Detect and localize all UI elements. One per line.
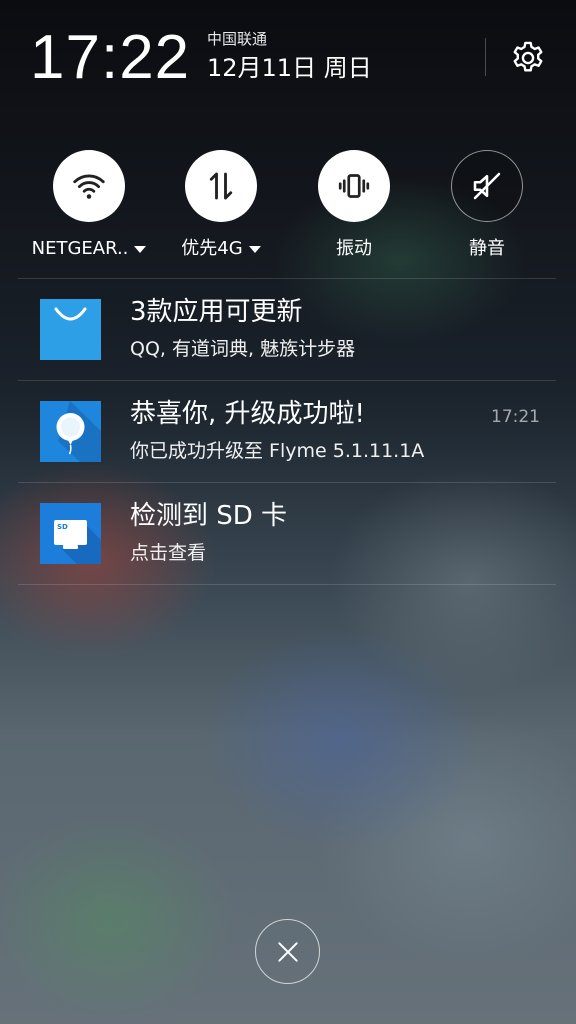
wifi-icon bbox=[73, 174, 105, 199]
notification-system-update[interactable]: 恭喜你, 升级成功啦! 你已成功升级至 Flyme 5.1.11.1A 17:2… bbox=[18, 381, 556, 482]
notification-time: 17:21 bbox=[491, 407, 540, 427]
settings-button[interactable] bbox=[506, 36, 550, 80]
clear-all-notifications-button[interactable] bbox=[255, 919, 320, 984]
header-divider bbox=[485, 38, 486, 76]
toggle-mute[interactable]: 静音 bbox=[432, 150, 542, 260]
notification-title: 检测到 SD 卡 bbox=[130, 501, 288, 531]
toggle-mobile-data[interactable]: 优先4G bbox=[166, 150, 276, 260]
close-icon bbox=[277, 941, 298, 962]
toggle-mobile-data-circle[interactable] bbox=[185, 150, 257, 222]
dropdown-caret-icon[interactable] bbox=[248, 245, 261, 253]
vibrate-icon bbox=[338, 174, 370, 198]
toggle-mute-label: 静音 bbox=[469, 238, 505, 259]
toggle-vibrate-label: 振动 bbox=[336, 238, 372, 259]
system-update-balloon-icon bbox=[40, 401, 101, 462]
gear-icon bbox=[513, 41, 543, 72]
toggle-wifi-circle[interactable] bbox=[53, 150, 125, 222]
carrier-name: 中国联通 bbox=[207, 30, 268, 48]
notification-divider bbox=[18, 584, 556, 585]
toggle-vibrate-circle[interactable] bbox=[318, 150, 390, 222]
toggle-mobile-data-label: 优先4G bbox=[181, 238, 261, 260]
sd-card-icon-text: SD bbox=[57, 523, 68, 531]
dropdown-caret-icon[interactable] bbox=[134, 245, 147, 253]
notification-subtitle: 点击查看 bbox=[130, 542, 207, 564]
toggle-wifi-label: NETGEAR.. bbox=[32, 238, 147, 260]
notification-subtitle: QQ, 有道词典, 魅族计步器 bbox=[130, 338, 356, 360]
mute-icon bbox=[473, 172, 501, 200]
notification-title: 3款应用可更新 bbox=[130, 297, 303, 327]
notification-app-updates[interactable]: 3款应用可更新 QQ, 有道词典, 魅族计步器 bbox=[18, 279, 556, 380]
notification-sd-card[interactable]: SD 检测到 SD 卡 点击查看 bbox=[18, 483, 556, 584]
mobile-data-icon bbox=[209, 172, 233, 200]
clock-time: 17:22 bbox=[30, 23, 191, 92]
toggle-vibrate[interactable]: 振动 bbox=[299, 150, 409, 260]
sd-card-icon: SD bbox=[40, 503, 101, 564]
toggle-wifi[interactable]: NETGEAR.. bbox=[32, 150, 147, 260]
notification-title: 恭喜你, 升级成功啦! bbox=[130, 399, 365, 429]
notification-subtitle: 你已成功升级至 Flyme 5.1.11.1A bbox=[130, 440, 425, 462]
date-text: 12月11日 周日 bbox=[207, 54, 372, 82]
toggle-mute-circle[interactable] bbox=[451, 150, 523, 222]
app-store-icon bbox=[40, 299, 101, 360]
